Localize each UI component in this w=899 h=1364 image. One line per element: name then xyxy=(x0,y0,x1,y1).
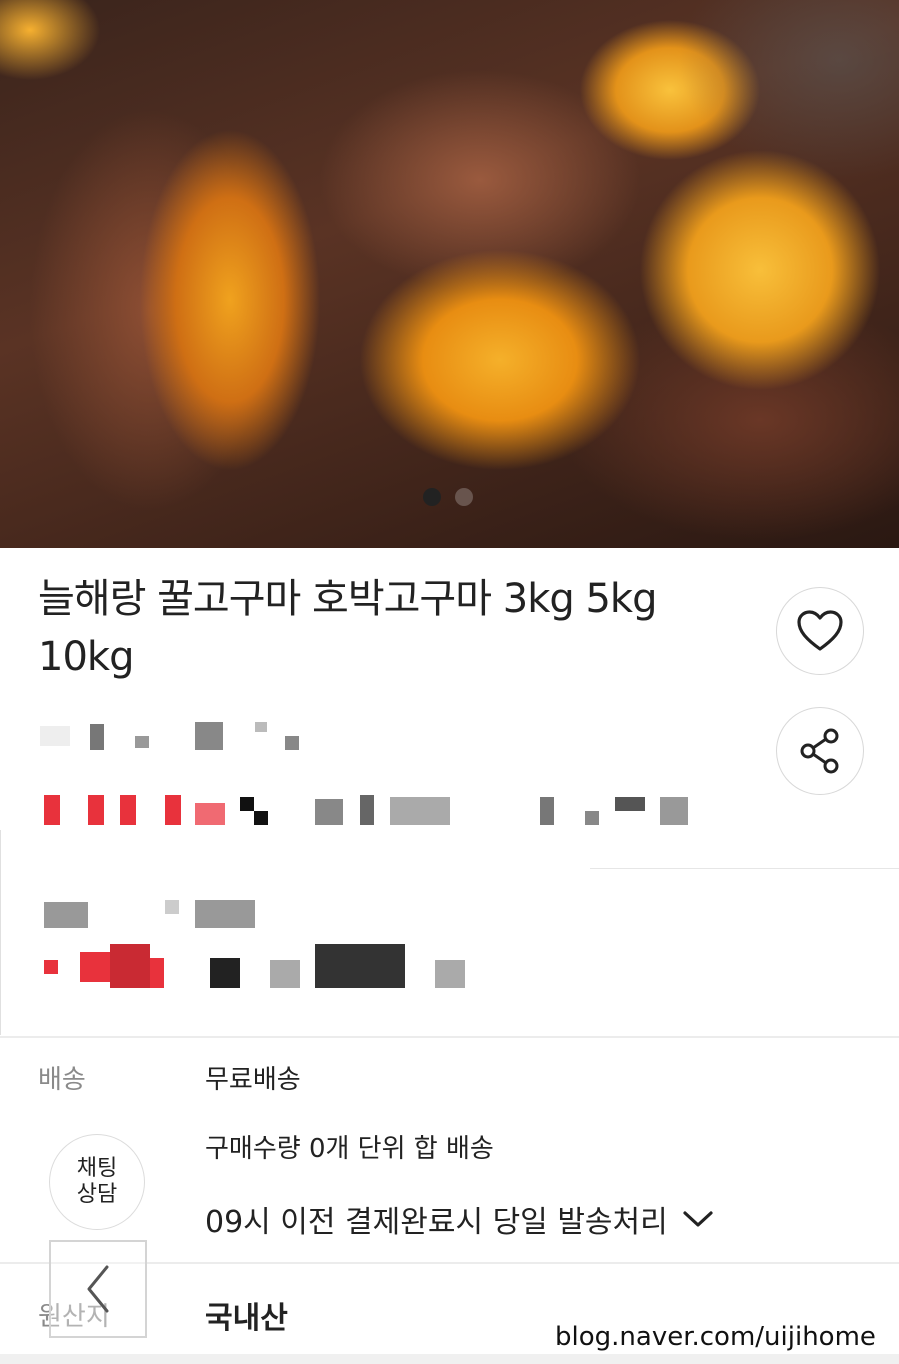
redacted-benefit-label xyxy=(40,898,270,932)
back-button[interactable] xyxy=(49,1240,147,1338)
chevron-left-icon xyxy=(87,1265,109,1313)
dispatch-note: 09시 이전 결제완료시 당일 발송처리 xyxy=(205,1205,668,1240)
chat-consult-button[interactable]: 채팅 상담 xyxy=(49,1134,145,1230)
chevron-down-icon xyxy=(683,1211,713,1227)
section-divider xyxy=(0,1036,899,1038)
chat-button-line2: 상담 xyxy=(76,1182,118,1207)
product-title: 늘해랑 꿀고구마 호박고구마 3kg 5kg 10kg xyxy=(38,576,657,680)
redacted-rating xyxy=(40,718,310,768)
shipping-bundle-note: 구매수량 0개 단위 합 배송 xyxy=(205,1134,494,1164)
shipping-label: 배송 xyxy=(38,1065,86,1095)
steam-overlay xyxy=(639,0,899,220)
carousel-dot[interactable] xyxy=(455,488,473,506)
dispatch-note-toggle[interactable]: 09시 이전 결제완료시 당일 발송처리 xyxy=(205,1197,714,1241)
share-button[interactable] xyxy=(776,707,864,795)
redacted-benefit-value xyxy=(40,944,470,990)
chat-button-line1: 채팅 xyxy=(76,1156,118,1181)
divider xyxy=(590,868,899,869)
heart-icon xyxy=(797,610,843,651)
share-icon xyxy=(800,728,839,774)
like-button[interactable] xyxy=(776,587,864,675)
origin-value: 국내산 xyxy=(205,1301,288,1336)
shipping-fee: 무료배송 xyxy=(205,1065,301,1095)
carousel-dot-active[interactable] xyxy=(423,488,441,506)
carousel-indicator xyxy=(423,488,473,506)
product-image-carousel[interactable] xyxy=(0,0,899,548)
redacted-price xyxy=(40,795,700,835)
bottom-strip xyxy=(0,1354,899,1364)
blog-watermark: blog.naver.com/uijihome xyxy=(555,1322,876,1352)
section-border xyxy=(0,830,1,1035)
